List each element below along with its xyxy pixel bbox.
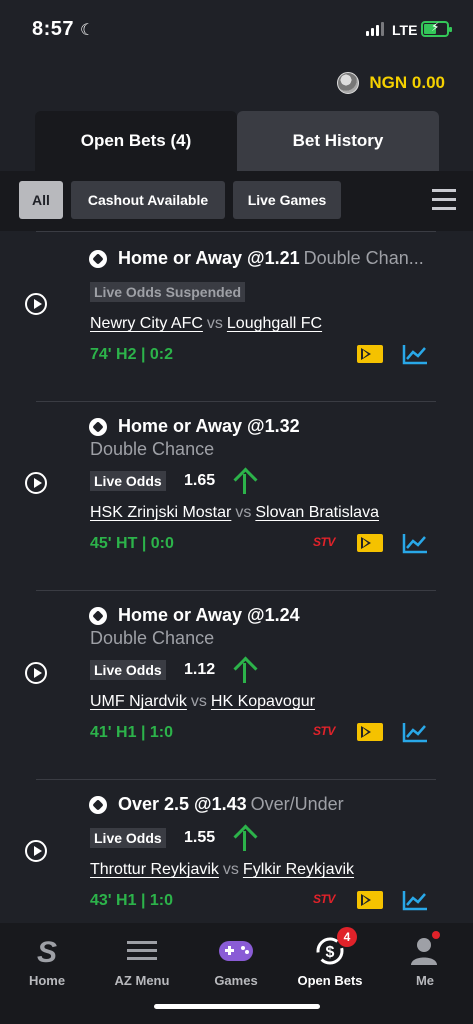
arrow-up-icon xyxy=(232,468,258,494)
bet-tabs: Open Bets (4) Bet History xyxy=(35,111,439,171)
nav-home[interactable]: S Home xyxy=(0,923,94,993)
bet-card[interactable]: Home or Away @1.21 Double Chan... Live Od… xyxy=(12,231,458,401)
filter-all[interactable]: All xyxy=(19,181,63,219)
filter-live-games[interactable]: Live Games xyxy=(233,181,341,219)
match-score: 74' H2 | 0:2 xyxy=(90,346,173,363)
live-odds-badge: Live Odds Suspended xyxy=(90,282,246,302)
avatar[interactable] xyxy=(337,72,360,94)
bet-teams[interactable]: UMF Njardvik vs HK Kopavogur xyxy=(90,693,315,711)
svg-text:$: $ xyxy=(326,944,335,961)
status-bar: 8:57 ☾ LTE ⚡ xyxy=(0,0,473,56)
network-type: LTE xyxy=(392,22,418,38)
live-odds-badge: Live Odds xyxy=(90,660,166,680)
live-odds-badge: Live Odds xyxy=(90,828,166,848)
bet-teams[interactable]: Throttur Reykjavik vs Fylkir Reykjavik xyxy=(90,861,354,879)
bet-market: Home or Away @1.24 xyxy=(118,605,300,625)
live-odds-value: 1.55 xyxy=(184,829,216,846)
open-bets-icon: $ 4 xyxy=(315,927,357,973)
bet-market-type: Double Chance xyxy=(90,439,215,459)
play-icon[interactable] xyxy=(25,293,47,315)
filter-bar: All Cashout Available Live Games xyxy=(0,171,473,231)
bet-teams[interactable]: HSK Zrinjski Mostar vs Slovan Bratislava xyxy=(90,504,379,522)
tab-open-bets[interactable]: Open Bets (4) xyxy=(35,111,237,171)
soccer-ball-icon xyxy=(89,796,107,814)
arrow-up-icon xyxy=(232,825,258,851)
nav-az-menu[interactable]: AZ Menu xyxy=(95,923,189,993)
live-odds-value: 1.12 xyxy=(184,661,216,678)
match-score: 43' H1 | 1:0 xyxy=(90,892,173,909)
stats-chart-icon[interactable] xyxy=(402,721,428,743)
match-score: 45' HT | 0:0 xyxy=(90,535,174,552)
list-view-icon[interactable] xyxy=(432,189,456,213)
match-score: 41' H1 | 1:0 xyxy=(90,724,173,741)
home-indicator xyxy=(154,1004,320,1009)
filter-cashout-available[interactable]: Cashout Available xyxy=(71,181,225,219)
nav-open-bets[interactable]: $ 4 Open Bets xyxy=(283,923,377,993)
menu-icon xyxy=(127,929,157,973)
notification-dot xyxy=(432,931,440,939)
stats-chart-icon[interactable] xyxy=(402,889,428,911)
stv-icon[interactable]: STV xyxy=(313,724,339,742)
play-icon[interactable] xyxy=(25,662,47,684)
stv-icon[interactable]: STV xyxy=(313,892,339,910)
balance-amount: NGN 0.00 xyxy=(369,73,445,92)
nav-me[interactable]: Me xyxy=(378,923,472,993)
live-stream-icon[interactable] xyxy=(357,345,383,363)
arrow-up-icon xyxy=(232,657,258,683)
live-stream-icon[interactable] xyxy=(357,723,383,741)
bet-market-type: Double Chance xyxy=(90,628,215,648)
home-logo-icon: S xyxy=(35,929,59,973)
moon-icon: ☾ xyxy=(80,22,95,39)
stats-chart-icon[interactable] xyxy=(402,343,428,365)
live-odds-value: 1.65 xyxy=(184,472,216,489)
balance-display[interactable]: NGN 0.00 xyxy=(337,72,445,94)
stv-icon[interactable]: STV xyxy=(313,535,339,553)
live-stream-icon[interactable] xyxy=(357,534,383,552)
play-icon[interactable] xyxy=(25,472,47,494)
bet-card[interactable]: Home or Away @1.32 Double Chance Live Od… xyxy=(12,401,458,590)
svg-text:S: S xyxy=(37,936,57,966)
soccer-ball-icon xyxy=(89,418,107,436)
tab-bet-history[interactable]: Bet History xyxy=(237,111,439,171)
battery-icon: ⚡ xyxy=(421,20,452,37)
bet-card[interactable]: Over 2.5 @1.43 Over/Under Live Odds 1.55 … xyxy=(12,779,458,923)
play-icon[interactable] xyxy=(25,840,47,862)
nav-games[interactable]: Games xyxy=(189,923,283,993)
open-bets-count-badge: 4 xyxy=(337,927,357,947)
bet-market: Home or Away @1.21 Double Chan... xyxy=(118,248,424,268)
soccer-ball-icon xyxy=(89,250,107,268)
stats-chart-icon[interactable] xyxy=(402,532,428,554)
live-odds-badge: Live Odds xyxy=(90,471,166,491)
bet-card[interactable]: Home or Away @1.24 Double Chance Live Od… xyxy=(12,590,458,779)
live-stream-icon[interactable] xyxy=(357,891,383,909)
gamepad-icon xyxy=(218,929,254,973)
status-time: 8:57 xyxy=(32,18,75,40)
user-icon xyxy=(410,929,440,973)
bet-market: Home or Away @1.32 xyxy=(118,416,300,436)
open-bets-list: Home or Away @1.21 Double Chan... Live Od… xyxy=(12,231,458,923)
bet-market: Over 2.5 @1.43 Over/Under xyxy=(118,794,344,814)
signal-icon xyxy=(366,22,384,36)
bet-teams[interactable]: Newry City AFC vs Loughgall FC xyxy=(90,315,322,333)
soccer-ball-icon xyxy=(89,607,107,625)
